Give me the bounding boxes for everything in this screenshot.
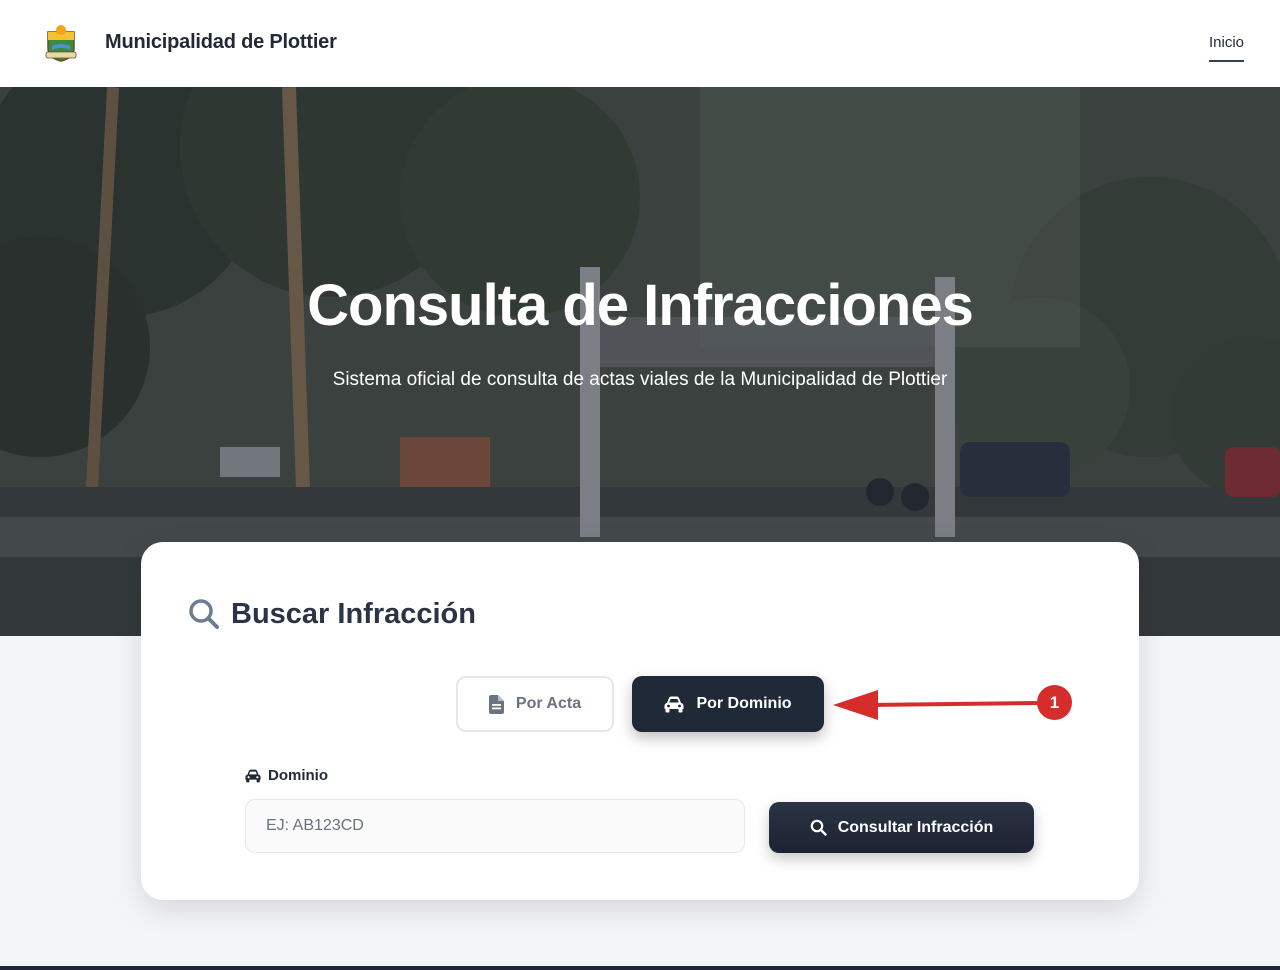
site-title[interactable]: Municipalidad de Plottier xyxy=(105,31,337,54)
nav-link-inicio[interactable]: Inicio xyxy=(1209,34,1245,62)
search-card-title: Buscar Infracción xyxy=(231,597,476,630)
dominio-label-text: Dominio xyxy=(268,767,328,784)
hero-title: Consulta de Infracciones xyxy=(307,273,974,338)
consultar-infraccion-button[interactable]: Consultar Infracción xyxy=(769,802,1034,853)
dominio-field-label: Dominio xyxy=(245,767,328,784)
footer-bar xyxy=(0,966,1280,970)
search-icon xyxy=(810,819,827,836)
tab-por-acta-label: Por Acta xyxy=(515,695,582,712)
site-header: Municipalidad de Plottier Inicio xyxy=(0,0,1280,87)
municipality-logo[interactable] xyxy=(44,24,78,62)
dominio-input[interactable] xyxy=(245,799,745,853)
document-icon xyxy=(488,694,504,714)
tab-por-dominio[interactable]: Por Dominio xyxy=(632,676,824,732)
tab-por-dominio-label: Por Dominio xyxy=(696,695,792,712)
search-card-heading: Buscar Infracción xyxy=(187,597,476,631)
hero-subtitle: Sistema oficial de consulta de actas via… xyxy=(332,369,948,390)
tab-por-acta[interactable]: Por Acta xyxy=(456,676,614,732)
search-icon xyxy=(189,599,219,629)
consultar-infraccion-label: Consultar Infracción xyxy=(837,818,994,836)
car-icon xyxy=(245,769,261,782)
annotation-badge: 1 xyxy=(1037,685,1072,720)
car-icon xyxy=(664,696,684,712)
search-card: Buscar Infracción Por Acta Por Dominio D… xyxy=(141,542,1139,900)
